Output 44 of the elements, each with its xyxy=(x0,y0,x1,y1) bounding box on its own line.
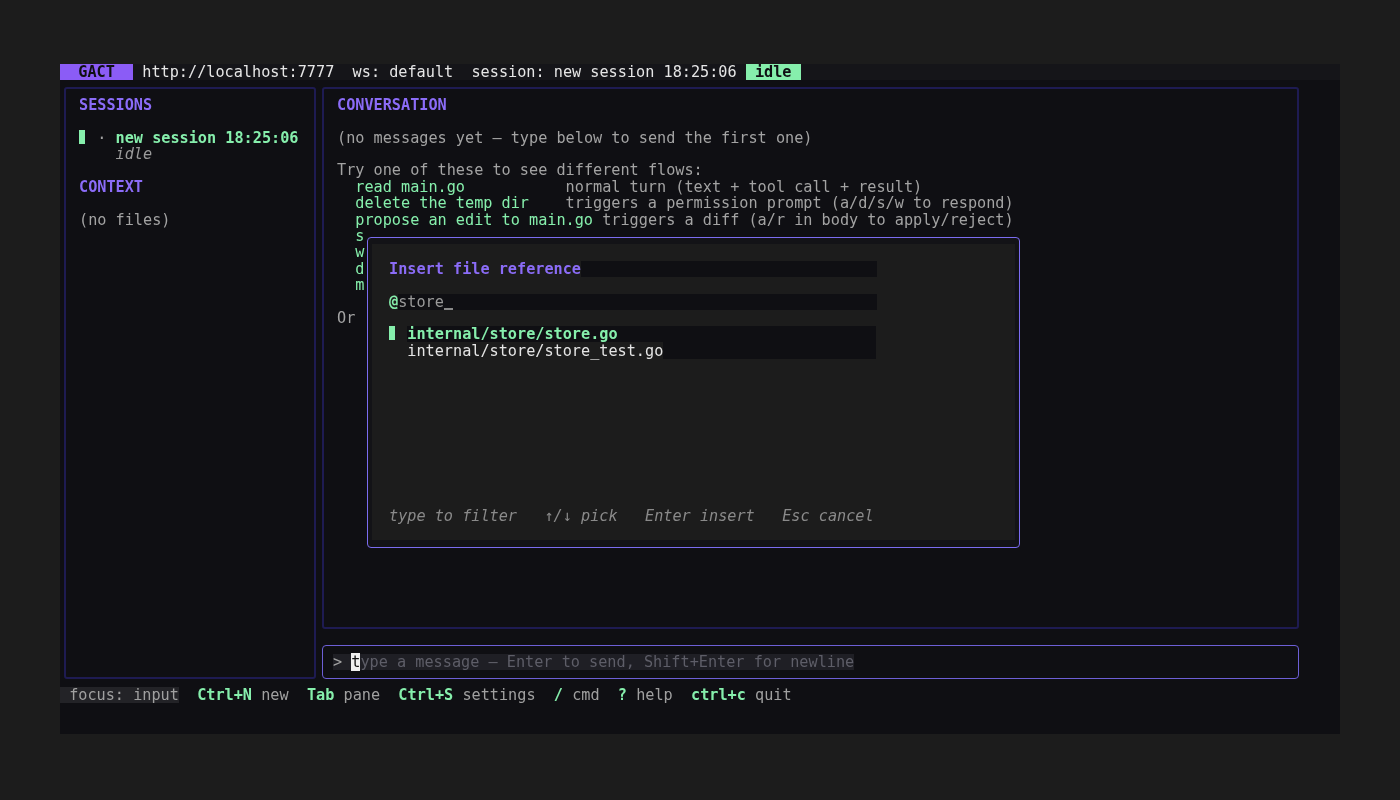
selection-bar-icon xyxy=(79,129,85,144)
suggestion-command: s xyxy=(355,227,365,245)
focus-indicator: focus: input xyxy=(60,687,179,704)
suggestion-command: read main.go xyxy=(355,177,465,196)
workspace-label: ws: default xyxy=(352,64,454,81)
suggestion-command: m xyxy=(355,276,365,295)
shortcut-hint: Ctrl+N new xyxy=(197,687,289,704)
suggestion-description: triggers a diff (a/r in body to apply/reject) xyxy=(602,211,1014,228)
suggestion-command: d xyxy=(355,259,365,278)
hint-heading: Try one of these to see different flows: xyxy=(337,162,704,179)
shortcut-hint: Ctrl+S settings xyxy=(398,687,536,704)
key-hint: type to filter xyxy=(389,507,517,525)
key-hint: ↑/↓ pick xyxy=(544,507,618,525)
panel-title: CONVERSATION xyxy=(337,96,448,114)
dialog-title: Insert file reference xyxy=(389,259,582,278)
filter-field[interactable]: @store xyxy=(389,293,877,310)
suggestion-command: delete the temp dir xyxy=(355,194,529,213)
panel-title: CONTEXT xyxy=(79,178,144,196)
hint-text: Or xyxy=(337,310,357,327)
empty-state-text: (no files) xyxy=(79,211,172,228)
session-status: idle xyxy=(114,145,153,163)
panel-title: SESSIONS xyxy=(79,96,154,114)
shortcut-hint: Tab pane xyxy=(306,687,381,704)
server-url: http://localhost:7777 xyxy=(142,64,335,81)
suggestion-description: triggers a permission prompt (a/d/s/w to respond) xyxy=(565,195,1014,212)
session-marker: · xyxy=(97,129,107,146)
suggestion-command: propose an edit to main.go xyxy=(355,210,594,229)
session-label: session: new session 18:25:06 xyxy=(471,64,737,81)
file-item[interactable]: internal/store/store_test.go xyxy=(407,342,877,360)
session-name[interactable]: new session 18:25:06 xyxy=(115,129,299,146)
cursor-icon xyxy=(443,308,453,310)
selection-bar-icon xyxy=(389,326,395,341)
suggestion-description: normal turn (text + tool call + result) xyxy=(565,178,923,196)
shortcut-hint: ctrl+c quit xyxy=(691,687,792,704)
empty-state-text: (no messages yet — type below to send the first one) xyxy=(337,129,814,146)
key-hint: Enter insert xyxy=(645,507,755,525)
message-input[interactable]: > type a message — Enter to send, Shift+Enter for newline xyxy=(322,645,1299,679)
file-item[interactable]: internal/store/store.go xyxy=(407,326,877,343)
suggestion-command: w xyxy=(355,243,365,262)
status-badge: idle xyxy=(745,64,801,81)
key-hint: Esc cancel xyxy=(782,507,874,525)
app-title: GACT xyxy=(60,64,134,81)
shortcut-hint: ? help xyxy=(617,687,673,704)
shortcut-hint: / cmd xyxy=(553,687,600,704)
